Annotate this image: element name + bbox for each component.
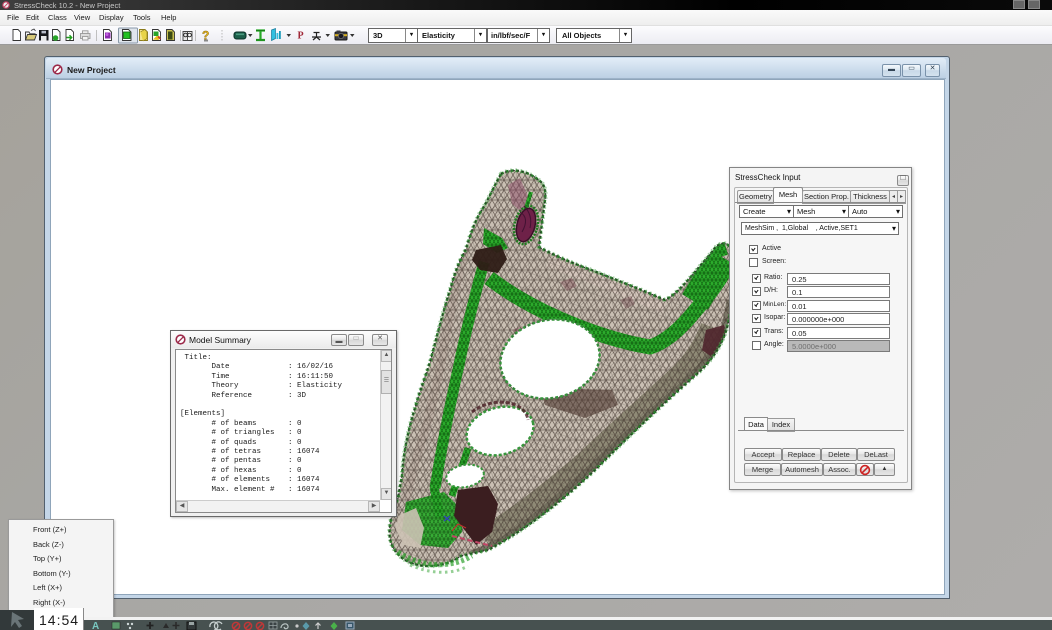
svg-text:P: P bbox=[298, 31, 304, 42]
svg-text:A: A bbox=[92, 621, 99, 630]
